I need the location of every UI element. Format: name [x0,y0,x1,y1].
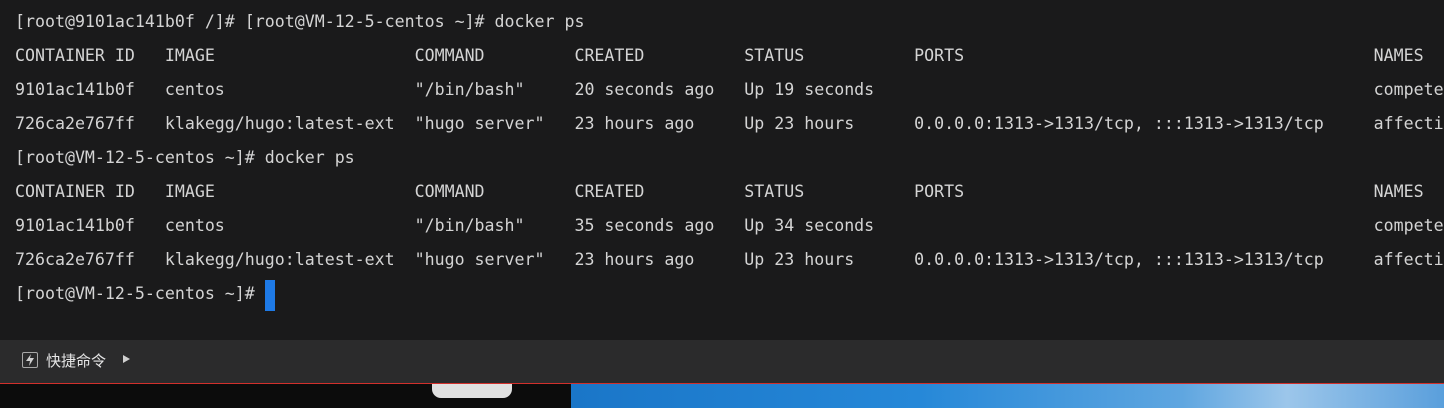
table-header: CONTAINER ID IMAGE COMMAND CREATED STATU… [15,182,1424,201]
terminal-output[interactable]: [root@9101ac141b0f /]# [root@VM-12-5-cen… [0,0,1444,340]
table-row: 726ca2e767ff klakegg/hugo:latest-ext "hu… [15,114,1444,133]
table-row: 726ca2e767ff klakegg/hugo:latest-ext "hu… [15,250,1444,269]
table-row: 9101ac141b0f centos "/bin/bash" 20 secon… [15,80,1444,99]
table-row: 9101ac141b0f centos "/bin/bash" 35 secon… [15,216,1444,235]
triangle-right-icon[interactable] [123,355,130,363]
dock-handle[interactable] [432,384,512,398]
desktop-background [0,384,1444,408]
prompt-line: [root@9101ac141b0f /]# [root@VM-12-5-cen… [15,12,585,31]
quick-commands-label[interactable]: 快捷命令 [46,350,106,372]
lightning-bolt-icon[interactable] [22,352,38,368]
current-prompt[interactable]: [root@VM-12-5-centos ~]# [15,282,265,306]
prompt-line: [root@VM-12-5-centos ~]# docker ps [15,148,355,167]
table-header: CONTAINER ID IMAGE COMMAND CREATED STATU… [15,46,1424,65]
quick-commands-bar[interactable]: 快捷命令 [0,340,1444,384]
wallpaper-image [571,384,1444,408]
terminal-cursor [265,280,275,311]
